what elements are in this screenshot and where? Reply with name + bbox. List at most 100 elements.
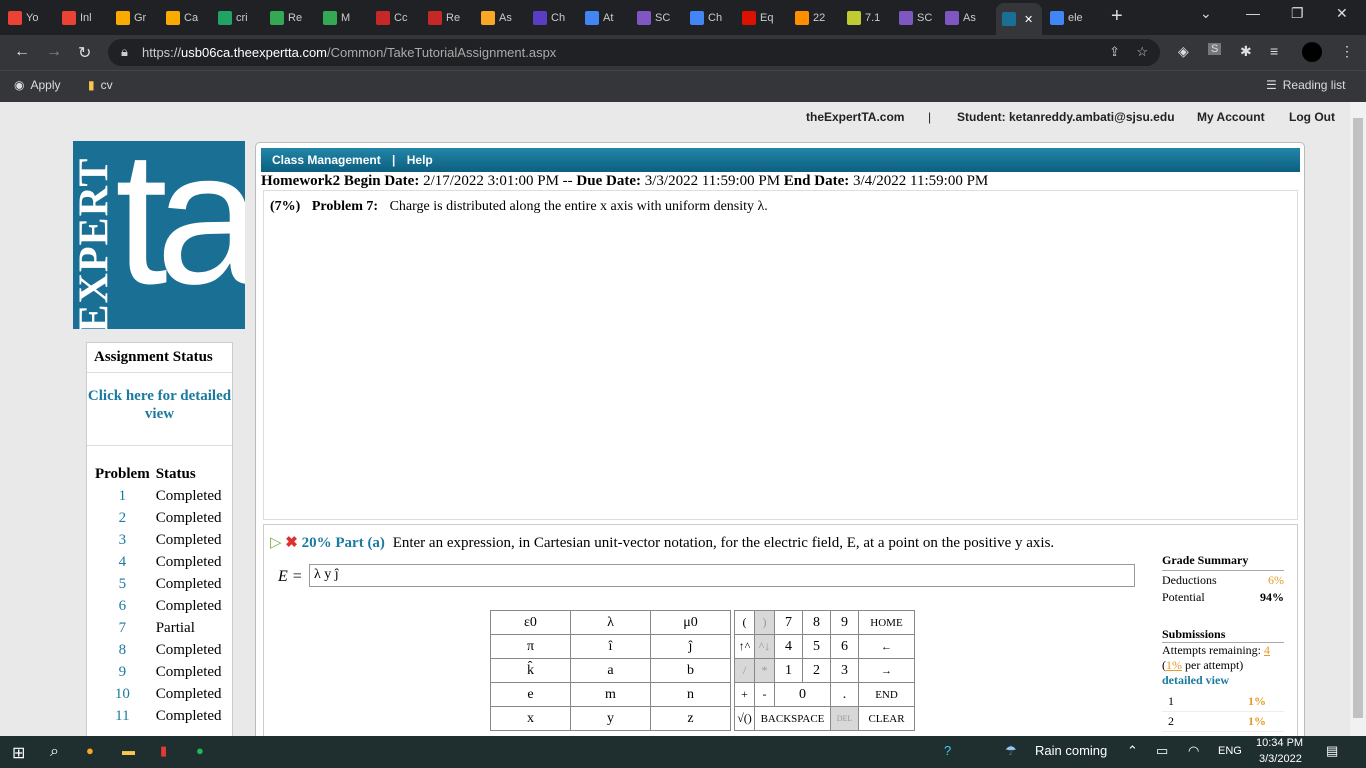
- problem-number[interactable]: 2: [92, 507, 153, 529]
- keypad-key[interactable]: 9: [830, 610, 859, 635]
- keypad-key[interactable]: ←: [858, 634, 915, 659]
- detailed-view-link[interactable]: Click here for detailed view: [87, 373, 232, 446]
- my-account-link[interactable]: My Account: [1197, 110, 1265, 124]
- keypad-key[interactable]: 1: [774, 658, 803, 683]
- tab-18[interactable]: As: [945, 6, 993, 30]
- table-row[interactable]: 11 Completed: [92, 705, 225, 727]
- keypad-key[interactable]: 7: [774, 610, 803, 635]
- clock-date[interactable]: 3/3/2022: [1259, 753, 1302, 765]
- keypad-key[interactable]: m: [570, 682, 651, 707]
- keypad-key[interactable]: a: [570, 658, 651, 683]
- table-row[interactable]: 2 Completed: [92, 507, 225, 529]
- table-row[interactable]: 7 Partial: [92, 617, 225, 639]
- tab-5[interactable]: Re: [270, 6, 320, 30]
- tab-6[interactable]: M: [323, 6, 371, 30]
- page-scrollbar[interactable]: [1350, 102, 1366, 736]
- keypad-key[interactable]: λ: [570, 610, 651, 635]
- keypad-key[interactable]: x: [490, 706, 571, 731]
- keypad-key[interactable]: 4: [774, 634, 803, 659]
- keypad-key[interactable]: HOME: [858, 610, 915, 635]
- tab-17[interactable]: SC: [899, 6, 949, 30]
- tab-4[interactable]: cri: [218, 6, 264, 30]
- problem-number[interactable]: 4: [92, 551, 153, 573]
- keypad-key[interactable]: e: [490, 682, 571, 707]
- minimize-icon[interactable]: —: [1246, 5, 1260, 21]
- problem-number[interactable]: 8: [92, 639, 153, 661]
- chrome-taskbar-icon[interactable]: ●: [86, 743, 94, 758]
- tab-2[interactable]: Gr: [116, 6, 164, 30]
- tab-14[interactable]: Eq: [742, 6, 792, 30]
- office-icon[interactable]: ▮: [160, 743, 167, 759]
- expand-arrow-icon[interactable]: ▷: [270, 535, 282, 551]
- keypad-key[interactable]: 0: [774, 682, 831, 707]
- tray-chevron-icon[interactable]: ⌃: [1127, 743, 1138, 759]
- bookmark-star-icon[interactable]: ☆: [1136, 44, 1148, 60]
- tab-20[interactable]: ele: [1050, 6, 1098, 30]
- problem-number[interactable]: 1: [92, 485, 153, 507]
- reload-icon[interactable]: ↻: [78, 43, 91, 63]
- keypad-key[interactable]: z: [650, 706, 731, 731]
- keypad-key[interactable]: π: [490, 634, 571, 659]
- restore-icon[interactable]: ❐: [1291, 5, 1304, 22]
- back-icon[interactable]: ←: [14, 43, 30, 61]
- keypad-key[interactable]: END: [858, 682, 915, 707]
- close-window-icon[interactable]: ✕: [1336, 5, 1348, 22]
- problem-number[interactable]: 6: [92, 595, 153, 617]
- problem-number[interactable]: 5: [92, 573, 153, 595]
- search-icon[interactable]: ⌕: [50, 743, 59, 761]
- tab-11[interactable]: At: [585, 6, 635, 30]
- keypad-key[interactable]: ): [754, 610, 775, 635]
- table-row[interactable]: 6 Completed: [92, 595, 225, 617]
- tab-0[interactable]: Yo: [8, 6, 58, 30]
- tab-9[interactable]: As: [481, 6, 531, 30]
- keypad-key[interactable]: CLEAR: [858, 706, 915, 731]
- keypad-key[interactable]: ^↓: [754, 634, 775, 659]
- table-row[interactable]: 10 Completed: [92, 683, 225, 705]
- keypad-key[interactable]: -: [754, 682, 775, 707]
- keypad-key[interactable]: →: [858, 658, 915, 683]
- keypad-key[interactable]: 3: [830, 658, 859, 683]
- language-indicator[interactable]: ENG: [1218, 745, 1242, 757]
- table-row[interactable]: 8 Completed: [92, 639, 225, 661]
- bookmark-cv[interactable]: ▮ cv: [88, 78, 113, 92]
- clock-time[interactable]: 10:34 PM: [1256, 737, 1303, 749]
- extension-s-icon[interactable]: S: [1208, 43, 1222, 55]
- keypad-key[interactable]: *: [754, 658, 775, 683]
- windows-start-icon[interactable]: ⊞: [12, 743, 25, 763]
- keypad-key[interactable]: n: [650, 682, 731, 707]
- class-management-link[interactable]: Class Management: [272, 153, 381, 167]
- keypad-key[interactable]: 5: [802, 634, 831, 659]
- tab-12[interactable]: SC: [637, 6, 687, 30]
- table-row[interactable]: 9 Completed: [92, 661, 225, 683]
- weather-text[interactable]: Rain coming: [1035, 743, 1107, 758]
- help-icon[interactable]: ?: [944, 743, 951, 758]
- profile-avatar[interactable]: [1302, 42, 1322, 62]
- tab-16[interactable]: 7.1: [847, 6, 897, 30]
- tab-15[interactable]: 22: [795, 6, 845, 30]
- table-row[interactable]: 3 Completed: [92, 529, 225, 551]
- problem-number[interactable]: 11: [92, 705, 153, 727]
- keypad-key[interactable]: 2: [802, 658, 831, 683]
- logout-link[interactable]: Log Out: [1289, 110, 1335, 124]
- keypad-key[interactable]: ↑^: [734, 634, 755, 659]
- keypad-key[interactable]: .: [830, 682, 859, 707]
- url-input[interactable]: 🔒︎ https://usb06ca.theexpertta.com/Commo…: [108, 39, 1160, 66]
- problem-number[interactable]: 10: [92, 683, 153, 705]
- tab-13[interactable]: Ch: [690, 6, 740, 30]
- site-link[interactable]: theExpertTA.com: [806, 110, 904, 124]
- table-row[interactable]: 5 Completed: [92, 573, 225, 595]
- submissions-list[interactable]: 1 1% 2 1%: [1162, 692, 1284, 732]
- forward-icon[interactable]: →: [46, 43, 62, 61]
- submissions-detailed-view-link[interactable]: detailed view: [1162, 673, 1284, 688]
- tab-1[interactable]: Inl: [62, 6, 110, 30]
- keypad-key[interactable]: √(): [734, 706, 755, 731]
- keypad-key[interactable]: k̂: [490, 658, 571, 683]
- reading-list-button[interactable]: ☰ Reading list: [1266, 78, 1345, 92]
- extensions-puzzle-icon[interactable]: ✱: [1240, 43, 1252, 60]
- media-icon[interactable]: ≡: [1270, 43, 1278, 59]
- tab-7[interactable]: Cc: [376, 6, 424, 30]
- tab-8[interactable]: Re: [428, 6, 478, 30]
- keypad-key[interactable]: +: [734, 682, 755, 707]
- problem-number[interactable]: 3: [92, 529, 153, 551]
- keypad-key[interactable]: /: [734, 658, 755, 683]
